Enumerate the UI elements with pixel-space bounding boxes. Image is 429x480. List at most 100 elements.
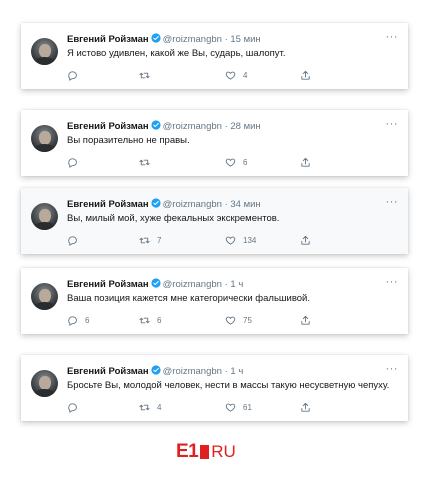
retweet-icon [139, 159, 150, 165]
retweet-icon [139, 72, 150, 78]
tweet-text: Вы, милый мой, хуже фекальных экскремент… [67, 213, 280, 224]
share-button[interactable] [300, 155, 311, 169]
avatar[interactable] [31, 283, 58, 310]
logo-separator [200, 445, 210, 459]
retweet-button[interactable]: 7 [139, 233, 161, 247]
tweet-actions: 6 6 75 [61, 313, 361, 327]
like-icon [225, 158, 236, 167]
tweet-time[interactable]: 15 мин [230, 34, 260, 45]
author-name[interactable]: Евгений Ройзман [67, 279, 149, 290]
avatar[interactable] [31, 203, 58, 230]
logo-e1-text: E1 [176, 441, 199, 462]
tweet-card[interactable]: Евгений Ройзман @roizmangbn · 15 мин ··· … [21, 23, 408, 89]
tweet-header: Евгений Ройзман @roizmangbn · 1 ч [67, 365, 388, 379]
retweet-count: 4 [157, 402, 162, 412]
like-count: 134 [243, 235, 257, 245]
reply-button[interactable] [67, 68, 85, 82]
tweet-actions: 6 [61, 155, 361, 169]
reply-count: 6 [85, 315, 90, 325]
share-button[interactable] [300, 233, 311, 247]
verified-icon [151, 278, 161, 288]
like-button[interactable]: 134 [225, 233, 256, 247]
author-handle[interactable]: @roizmangbn [163, 199, 222, 210]
share-button[interactable] [300, 68, 311, 82]
logo-ru-text: RU [211, 442, 236, 461]
like-button[interactable]: 4 [225, 68, 247, 82]
reply-icon [68, 157, 77, 168]
like-icon [225, 403, 236, 412]
author-name[interactable]: Евгений Ройзман [67, 199, 149, 210]
tweet-card[interactable]: Евгений Ройзман @roizmangbn · 34 мин ··· … [21, 188, 408, 254]
verified-icon [151, 365, 161, 375]
like-count: 4 [243, 70, 248, 80]
like-button[interactable]: 6 [225, 155, 247, 169]
reply-icon [68, 315, 77, 326]
verified-icon [151, 120, 161, 130]
like-button[interactable]: 61 [225, 400, 252, 414]
retweet-button[interactable] [139, 68, 157, 82]
separator-dot: · [224, 34, 228, 45]
more-icon[interactable]: ··· [386, 363, 399, 375]
author-handle[interactable]: @roizmangbn [163, 121, 222, 132]
like-icon [225, 316, 236, 325]
retweet-button[interactable]: 4 [139, 400, 161, 414]
tweet-card[interactable]: Евгений Ройзман @roizmangbn · 1 ч ··· Ваш… [21, 268, 408, 334]
author-handle[interactable]: @roizmangbn [163, 366, 222, 377]
share-icon [301, 235, 310, 245]
retweet-button[interactable]: 6 [139, 313, 161, 327]
like-count: 75 [243, 315, 252, 325]
author-name[interactable]: Евгений Ройзман [67, 121, 149, 132]
tweet-card[interactable]: Евгений Ройзман @roizmangbn · 1 ч ··· Бро… [21, 355, 408, 421]
like-button[interactable]: 75 [225, 313, 252, 327]
tweet-text: Я истово удивлен, какой же Вы, сударь, ш… [67, 48, 286, 59]
tweet-time[interactable]: 34 мин [230, 199, 260, 210]
share-icon [301, 402, 310, 412]
reply-icon [68, 402, 77, 413]
tweet-time[interactable]: 1 ч [230, 279, 243, 290]
retweet-button[interactable] [139, 155, 157, 169]
verified-icon [151, 198, 161, 208]
tweet-text: Ваша позиция кажется мне категорически ф… [67, 293, 311, 304]
tweet-header: Евгений Ройзман @roizmangbn · 1 ч [67, 278, 388, 292]
reply-button[interactable] [67, 400, 85, 414]
tweet-text: Вы поразительно не правы. [67, 135, 190, 146]
author-name[interactable]: Евгений Ройзман [67, 366, 149, 377]
reply-button[interactable] [67, 155, 85, 169]
reply-icon [68, 70, 77, 81]
separator-dot: · [224, 366, 228, 377]
share-button[interactable] [300, 313, 311, 327]
like-icon [225, 71, 236, 80]
separator-dot: · [224, 279, 228, 290]
reply-button[interactable]: 6 [67, 313, 89, 327]
more-icon[interactable]: ··· [386, 196, 399, 208]
more-icon[interactable]: ··· [386, 31, 399, 43]
verified-icon [151, 33, 161, 43]
more-icon[interactable]: ··· [386, 118, 399, 130]
tweet-actions: 7 134 [61, 233, 361, 247]
author-handle[interactable]: @roizmangbn [163, 279, 222, 290]
tweet-header: Евгений Ройзман @roizmangbn · 15 мин [67, 33, 388, 47]
like-count: 61 [243, 402, 252, 412]
avatar[interactable] [31, 125, 58, 152]
separator-dot: · [224, 199, 228, 210]
retweet-count: 6 [157, 315, 162, 325]
retweet-count: 7 [157, 235, 162, 245]
tweet-header: Евгений Ройзман @roizmangbn · 34 мин [67, 198, 388, 212]
tweet-card[interactable]: Евгений Ройзман @roizmangbn · 28 мин ··· … [21, 110, 408, 176]
reply-icon [68, 235, 77, 246]
retweet-icon [139, 237, 150, 243]
tweet-time[interactable]: 28 мин [230, 121, 260, 132]
avatar[interactable] [31, 38, 58, 65]
share-button[interactable] [300, 400, 311, 414]
share-icon [301, 315, 310, 325]
author-name[interactable]: Евгений Ройзман [67, 34, 149, 45]
avatar[interactable] [31, 370, 58, 397]
share-icon [301, 157, 310, 167]
tweet-text: Бросьте Вы, молодой человек, нести в мас… [67, 380, 390, 391]
tweet-time[interactable]: 1 ч [230, 366, 243, 377]
author-handle[interactable]: @roizmangbn [163, 34, 222, 45]
more-icon[interactable]: ··· [386, 276, 399, 288]
tweet-actions: 4 [61, 68, 361, 82]
retweet-icon [139, 404, 150, 410]
reply-button[interactable] [67, 233, 85, 247]
